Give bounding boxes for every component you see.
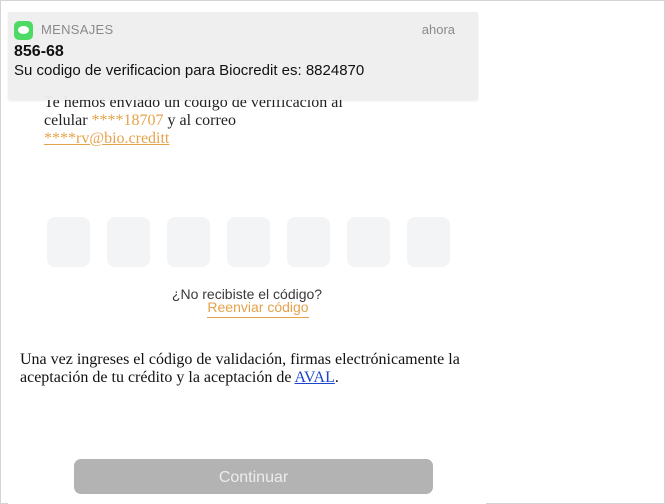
continue-button[interactable]: Continuar (74, 459, 433, 494)
legal-consent-text: Una vez ingreses el código de validación… (20, 351, 460, 387)
notification-app-name: MENSAJES (41, 22, 114, 37)
resend-code-label[interactable]: Reenviar código (207, 299, 309, 318)
intro-and-email: y al correo (163, 112, 236, 129)
code-digit-box-1[interactable] (47, 217, 90, 267)
legal-text: Una vez ingreses el código de validación… (20, 351, 460, 386)
messages-icon (14, 21, 33, 40)
code-digit-box-5[interactable] (287, 217, 330, 267)
resend-code-link[interactable]: Reenviar código (178, 299, 338, 318)
phone-screen: MENSAJES ahora 856-68 Su codigo de verif… (8, 12, 486, 504)
masked-email-link[interactable]: ****rv@bio.creditt (44, 130, 169, 147)
code-digit-box-6[interactable] (347, 217, 390, 267)
verification-code-input[interactable] (47, 217, 452, 267)
verification-intro-text: Te hemos enviado un código de verificaci… (44, 94, 474, 148)
code-digit-box-7[interactable] (407, 217, 450, 267)
code-digit-box-2[interactable] (107, 217, 150, 267)
code-digit-box-4[interactable] (227, 217, 270, 267)
intro-celular-label: celular (44, 112, 92, 129)
code-digit-box-3[interactable] (167, 217, 210, 267)
legal-end: . (334, 369, 339, 386)
notification-sender: 856-68 (14, 43, 64, 60)
aval-link[interactable]: AVAL (295, 369, 335, 386)
sms-notification[interactable]: MENSAJES ahora 856-68 Su codigo de verif… (8, 12, 478, 100)
notification-time: ahora (421, 22, 455, 37)
masked-phone: ****18707 (91, 112, 164, 129)
notification-body: Su codigo de verificacion para Biocredit… (14, 62, 365, 79)
